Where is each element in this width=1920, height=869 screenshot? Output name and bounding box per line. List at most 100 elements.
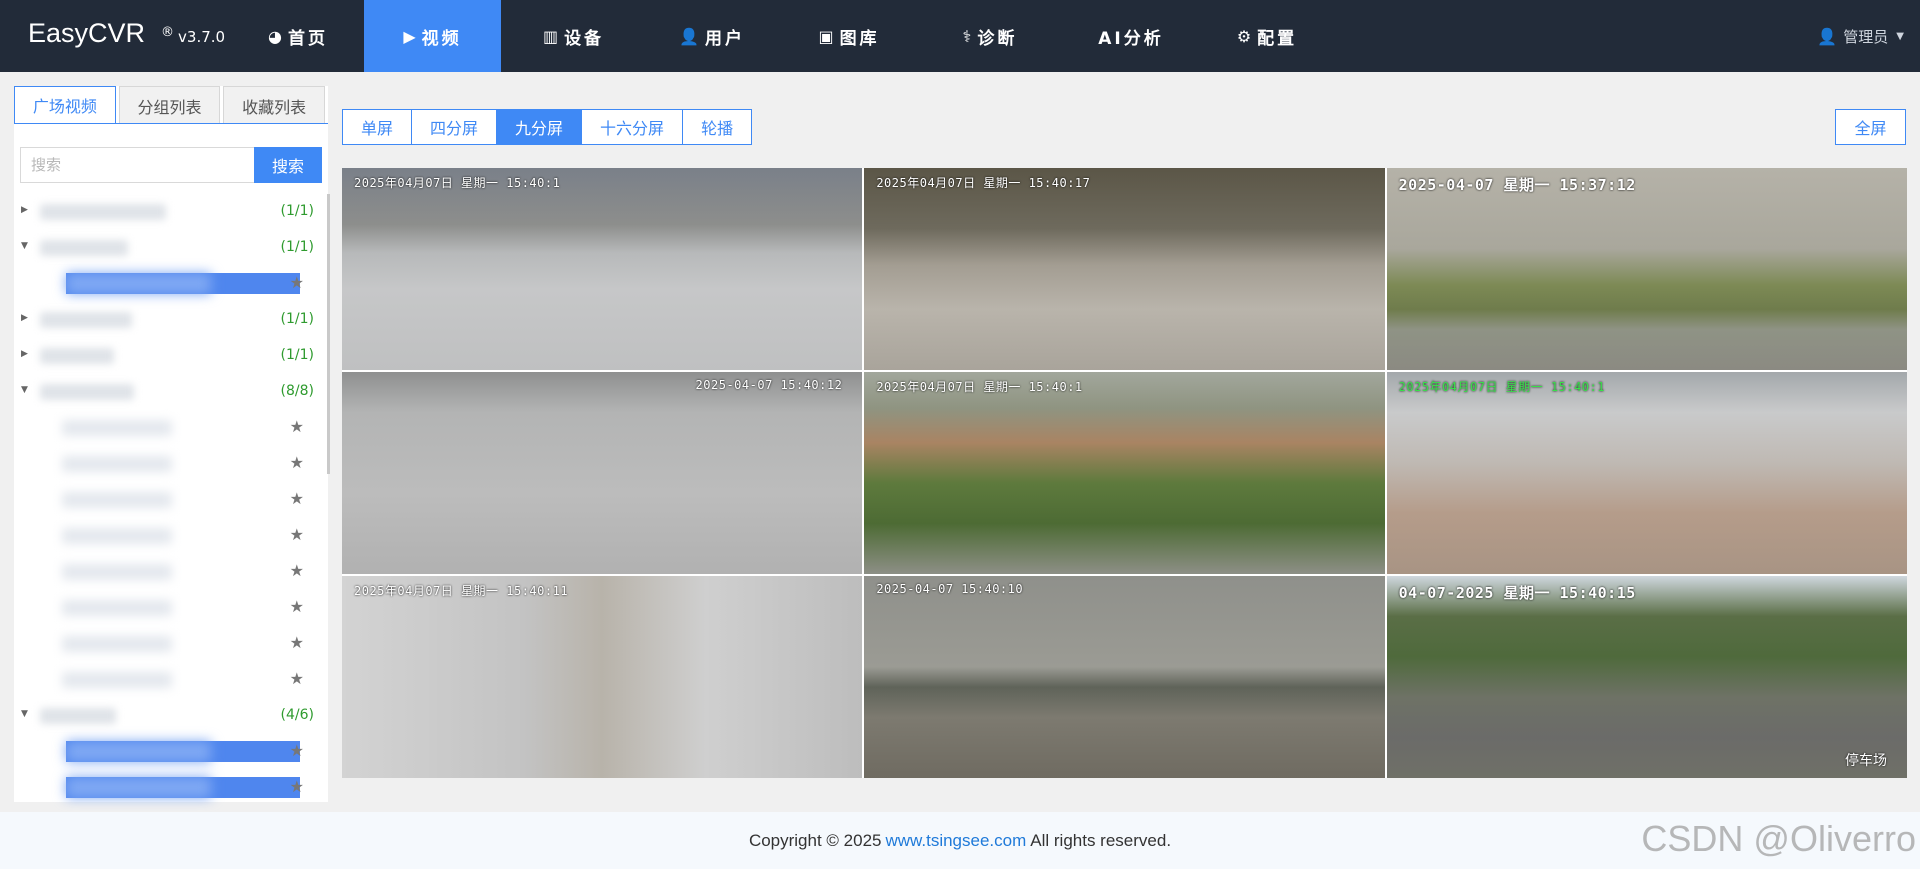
video-timestamp: 2025年04月07日 星期一 15:40:1 bbox=[876, 380, 1083, 394]
favorite-star-icon[interactable]: ★ bbox=[290, 669, 304, 688]
tab-underline bbox=[14, 123, 328, 124]
tree-channel[interactable]: ★ bbox=[14, 446, 328, 482]
video-tile[interactable]: 2025-04-07 15:40:10 bbox=[864, 576, 1385, 778]
video-tile[interactable]: 2025年04月07日 星期一 15:40:17 bbox=[864, 168, 1385, 370]
nav-item-6[interactable]: AI分析 bbox=[1060, 0, 1202, 72]
nav-item-label: 设备 bbox=[564, 28, 605, 49]
dashboard-icon: ◕ bbox=[268, 26, 282, 46]
device-tree: ▶ (1/1) ▼ (1/1) ★ ▶ (1/1) ▶ (1/1) ▼ (8/8) ★ ★ ★ ★ ★ ★ ★ ★ ▼… bbox=[14, 194, 328, 806]
video-caption: 停车场 bbox=[1844, 753, 1887, 769]
favorite-star-icon[interactable]: ★ bbox=[290, 273, 304, 292]
tree-channel[interactable]: ★ bbox=[14, 734, 328, 770]
video-timestamp: 2025年04月07日 星期一 15:40:1 bbox=[1398, 380, 1605, 394]
caret-right-icon[interactable]: ▶ bbox=[21, 349, 28, 359]
version-label: v3.7.0 bbox=[178, 28, 226, 46]
diagnose-icon: ⚕ bbox=[962, 26, 972, 46]
tab-0[interactable]: 广场视频 bbox=[14, 86, 116, 124]
play-circle-icon: ▶ bbox=[403, 26, 416, 46]
brand-name: EasyCVR bbox=[28, 18, 146, 48]
footer: Copyright © 2025 www.tsingsee.com All ri… bbox=[0, 812, 1920, 869]
gear-icon: ⚙ bbox=[1236, 26, 1252, 46]
split-button-1[interactable]: 四分屏 bbox=[411, 109, 497, 145]
caret-right-icon[interactable]: ▶ bbox=[21, 205, 28, 215]
tree-channel[interactable]: ★ bbox=[14, 410, 328, 446]
nav-item-5[interactable]: ⚕ 诊断 bbox=[920, 0, 1060, 72]
tree-folder[interactable]: ▼ (8/8) bbox=[14, 374, 328, 410]
footer-link[interactable]: www.tsingsee.com bbox=[885, 831, 1026, 851]
tab-2[interactable]: 收藏列表 bbox=[223, 86, 326, 124]
video-tile[interactable]: 2025年04月07日 星期一 15:40:11 bbox=[342, 576, 863, 778]
tree-folder[interactable]: ▼ (4/6) bbox=[14, 698, 328, 734]
nav-item-0[interactable]: ◕ 首页 bbox=[232, 0, 364, 72]
tree-folder[interactable]: ▶ (1/1) bbox=[14, 194, 328, 230]
chevron-down-icon: ▼ bbox=[1896, 30, 1904, 42]
split-button-2[interactable]: 九分屏 bbox=[496, 109, 582, 145]
online-channel-highlight bbox=[66, 777, 300, 798]
caret-right-icon[interactable]: ▶ bbox=[21, 313, 28, 323]
split-button-3[interactable]: 十六分屏 bbox=[581, 109, 683, 145]
nav-item-label: 配置 bbox=[1257, 28, 1298, 49]
favorite-star-icon[interactable]: ★ bbox=[290, 453, 304, 472]
caret-down-icon[interactable]: ▼ bbox=[21, 385, 28, 395]
user-menu[interactable]: 👤 管理员 ▼ bbox=[1817, 0, 1904, 72]
nav-item-2[interactable]: ▥ 设备 bbox=[501, 0, 646, 72]
fullscreen-button[interactable]: 全屏 bbox=[1835, 109, 1906, 145]
tree-folder[interactable]: ▶ (1/1) bbox=[14, 338, 328, 374]
favorite-star-icon[interactable]: ★ bbox=[290, 741, 304, 760]
tree-channel[interactable]: ★ bbox=[14, 266, 328, 302]
video-tile[interactable]: 2025-04-07 15:40:12 bbox=[342, 372, 863, 574]
video-tile[interactable]: 2025年04月07日 星期一 15:40:1 bbox=[342, 168, 863, 370]
video-tile[interactable]: 04-07-2025 星期一 15:40:15 停车场 bbox=[1386, 576, 1907, 778]
blurred-folder-name bbox=[40, 240, 128, 256]
gallery-icon: ▣ bbox=[818, 26, 834, 46]
blurred-channel-name bbox=[62, 528, 172, 544]
tree-channel[interactable]: ★ bbox=[14, 590, 328, 626]
nav-item-7[interactable]: ⚙ 配置 bbox=[1202, 0, 1332, 72]
video-tile[interactable]: 2025-04-07 星期一 15:37:12 bbox=[1386, 168, 1907, 370]
tree-channel[interactable]: ★ bbox=[14, 482, 328, 518]
nav-item-1[interactable]: ▶ 视频 bbox=[364, 0, 501, 72]
channel-count: (1/1) bbox=[280, 203, 314, 219]
video-timestamp: 2025-04-07 星期一 15:37:12 bbox=[1398, 176, 1636, 194]
tree-channel[interactable]: ★ bbox=[14, 662, 328, 698]
sidebar-tabs: 广场视频 分组列表 收藏列表 bbox=[14, 86, 328, 124]
blurred-folder-name bbox=[40, 348, 114, 364]
tree-folder[interactable]: ▼ (1/1) bbox=[14, 230, 328, 266]
tab-1[interactable]: 分组列表 bbox=[118, 86, 221, 124]
blurred-folder-name bbox=[40, 312, 132, 328]
favorite-star-icon[interactable]: ★ bbox=[290, 561, 304, 580]
channel-count: (1/1) bbox=[280, 311, 314, 327]
caret-down-icon[interactable]: ▼ bbox=[21, 241, 28, 251]
nav-item-3[interactable]: 👤 用户 bbox=[646, 0, 778, 72]
brand-logo[interactable]: EasyCVR ® v3.7.0 bbox=[28, 18, 225, 49]
split-button-4[interactable]: 轮播 bbox=[682, 109, 753, 145]
caret-down-icon[interactable]: ▼ bbox=[21, 709, 28, 719]
favorite-star-icon[interactable]: ★ bbox=[290, 777, 304, 796]
favorite-star-icon[interactable]: ★ bbox=[290, 597, 304, 616]
tree-channel[interactable]: ★ bbox=[14, 518, 328, 554]
search-button[interactable]: 搜索 bbox=[254, 147, 322, 183]
nav-item-label: 图库 bbox=[839, 28, 880, 49]
favorite-star-icon[interactable]: ★ bbox=[290, 417, 304, 436]
video-timestamp: 2025年04月07日 星期一 15:40:17 bbox=[876, 176, 1091, 190]
split-toolbar: 单屏 四分屏 九分屏 十六分屏 轮播 bbox=[342, 109, 753, 145]
blurred-folder-name bbox=[40, 708, 116, 724]
video-grid: 2025年04月07日 星期一 15:40:1 2025年04月07日 星期一 1… bbox=[342, 168, 1907, 778]
video-tile[interactable]: 2025年04月07日 星期一 15:40:1 bbox=[864, 372, 1385, 574]
favorite-star-icon[interactable]: ★ bbox=[290, 633, 304, 652]
video-tile[interactable]: 2025年04月07日 星期一 15:40:1 bbox=[1386, 372, 1907, 574]
search-input[interactable] bbox=[20, 147, 254, 183]
split-button-0[interactable]: 单屏 bbox=[342, 109, 412, 145]
blurred-folder-name bbox=[40, 384, 134, 400]
tree-folder[interactable]: ▶ (1/1) bbox=[14, 302, 328, 338]
favorite-star-icon[interactable]: ★ bbox=[290, 489, 304, 508]
tree-scrollbar[interactable] bbox=[327, 194, 330, 474]
search-bar: 搜索 bbox=[20, 147, 322, 183]
tree-channel[interactable]: ★ bbox=[14, 626, 328, 662]
nav-item-label: 视频 bbox=[421, 28, 462, 49]
tree-channel[interactable]: ★ bbox=[14, 770, 328, 806]
favorite-star-icon[interactable]: ★ bbox=[290, 525, 304, 544]
copyright-text: Copyright © 2025 bbox=[748, 830, 882, 850]
tree-channel[interactable]: ★ bbox=[14, 554, 328, 590]
nav-item-4[interactable]: ▣ 图库 bbox=[778, 0, 920, 72]
